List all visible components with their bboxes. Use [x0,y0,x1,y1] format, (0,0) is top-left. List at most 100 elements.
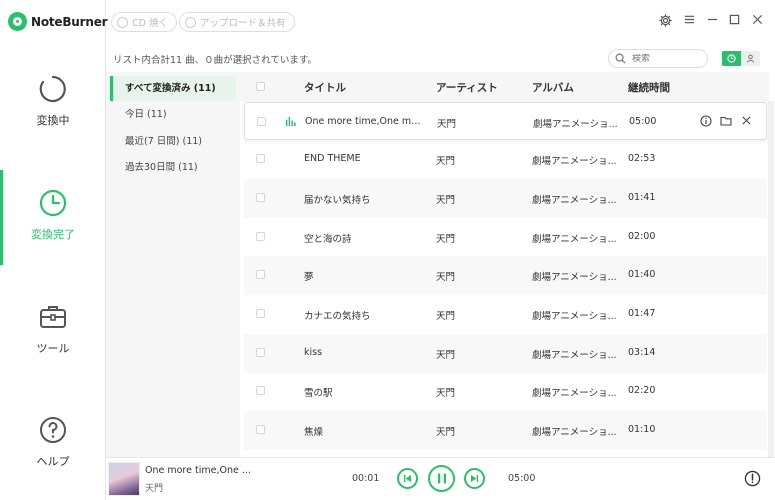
next-track-button[interactable] [464,468,485,489]
nav-label-help: ヘルプ [36,455,70,468]
track-duration: 01:41 [628,192,656,203]
table-row[interactable]: One more time,One more ... 天門 劇場アニメーショ..… [244,102,767,140]
nav-item-converted[interactable]: 変換完了 [0,170,106,265]
upload-icon [185,16,196,28]
search-input[interactable] [632,53,702,64]
table-row[interactable]: 焦燥 天門 劇場アニメーショ... 01:10 [244,411,767,450]
album-cover[interactable] [108,462,140,496]
upload-share-label: アップロード＆共有 [200,18,286,29]
skip-previous-icon [403,474,412,483]
table-row[interactable]: カナエの気持ち 天門 劇場アニメーショ... 01:47 [244,295,767,334]
track-duration: 01:10 [628,424,656,435]
settings-gear-icon[interactable] [659,14,672,27]
converting-circle-icon [39,75,66,103]
track-artist: 天門 [437,119,457,130]
row-checkbox[interactable] [256,154,265,163]
nav-item-converting[interactable]: 変換中 [0,74,106,128]
track-artist: 天門 [436,427,456,438]
pause-icon [437,473,446,484]
track-duration: 01:40 [628,269,656,280]
pause-button[interactable] [428,465,455,492]
table-row[interactable]: 雪の駅 天門 劇場アニメーショ... 02:20 [244,372,767,411]
filter-all-converted[interactable]: すべて変換済み (11) [110,76,236,101]
elapsed-time: 00:01 [352,473,380,484]
nav-item-help[interactable]: ヘルプ [0,415,106,469]
app-logo: NoteBurner [8,12,108,31]
track-duration: 02:00 [628,231,656,242]
track-title: 雪の駅 [304,388,333,399]
track-album: 劇場アニメーショ... [532,156,617,167]
track-album: 劇場アニメーショ... [532,195,617,206]
close-window-icon[interactable] [752,14,763,25]
help-icon [40,417,66,443]
track-title: One more time,One more ... [305,116,425,127]
info-icon[interactable] [700,115,712,127]
view-toggle [722,51,760,66]
menu-icon[interactable] [684,14,695,25]
row-checkbox[interactable] [256,425,265,434]
row-checkbox[interactable] [256,386,265,395]
table-row[interactable]: kiss 天門 劇場アニメーショ... 03:14 [244,334,767,373]
view-history-toggle[interactable] [722,51,741,66]
filter-last-7-days[interactable]: 最近(7 日間) (11) [110,129,236,154]
nav-label-tools: ツール [36,342,70,355]
track-duration: 02:20 [628,385,656,396]
now-playing-bars-icon [285,116,296,127]
table-row[interactable]: 空と海の詩 天門 劇場アニメーショ... 02:00 [244,218,767,257]
track-artist: 天門 [436,272,456,283]
track-album: 劇場アニメーショ... [532,427,617,438]
row-checkbox[interactable] [256,348,265,357]
track-title: 焦燥 [304,427,324,438]
previous-track-button[interactable] [397,468,418,489]
folder-icon[interactable] [720,115,732,127]
track-album: 劇場アニメーショ... [532,388,617,399]
remove-track-icon[interactable] [741,115,752,126]
filter-last-30-days[interactable]: 過去30日間 (11) [110,155,236,180]
table-row[interactable]: END THEME 天門 劇場アニメーショ... 02:53 [244,140,767,179]
noteburner-logo-icon [8,12,27,31]
upload-share-button[interactable]: アップロード＆共有 [179,12,295,32]
track-title: 夢 [304,272,314,283]
select-all-checkbox[interactable] [256,82,265,91]
filter-panel: すべて変換済み (11) 今日 (11) 最近(7 日間) (11) 過去30日… [106,72,240,457]
nav-label-converted: 変換完了 [31,228,75,241]
row-checkbox[interactable] [256,309,265,318]
minimize-icon[interactable] [707,14,718,25]
track-title: 届かない気持ち [304,195,371,206]
track-artist: 天門 [436,388,456,399]
track-album: 劇場アニメーショ... [532,311,617,322]
column-artist[interactable]: アーティスト [436,80,498,95]
sidebar: NoteBurner 変換中 変換完了 ツール ヘルプ [0,0,108,500]
player-info-icon[interactable] [744,470,761,487]
row-checkbox[interactable] [256,193,265,202]
track-artist: 天門 [436,350,456,361]
column-duration[interactable]: 継続時間 [628,80,670,95]
list-scrollbar[interactable] [768,101,774,457]
track-duration: 02:53 [628,153,656,164]
row-checkbox[interactable] [256,270,265,279]
row-checkbox[interactable] [257,117,266,126]
burn-cd-button[interactable]: CD 焼く [111,12,177,32]
view-user-toggle[interactable] [741,51,760,66]
track-artist: 天門 [436,156,456,167]
top-toolbar: CD 焼く アップロード＆共有 [106,0,775,44]
track-title: END THEME [304,153,361,164]
track-artist: 天門 [436,311,456,322]
nav-label-converting: 変換中 [36,114,70,127]
track-duration: 01:47 [628,308,656,319]
cd-icon [117,16,128,28]
table-row[interactable]: 届かない気持ち 天門 劇場アニメーショ... 01:41 [244,179,767,218]
total-time: 05:00 [508,473,536,484]
column-album[interactable]: アルバム [532,80,574,95]
nav-item-tools[interactable]: ツール [0,302,106,356]
maximize-icon[interactable] [729,14,740,25]
filter-today[interactable]: 今日 (11) [110,102,236,127]
column-title[interactable]: タイトル [304,80,346,95]
app-name: NoteBurner [31,14,108,29]
table-row[interactable]: 夢 天門 劇場アニメーショ... 01:40 [244,256,767,295]
now-playing-artist: 天門 [145,484,164,494]
track-title: カナエの気持ち [304,311,371,322]
row-checkbox[interactable] [256,232,265,241]
track-album: 劇場アニメーショ... [533,119,618,130]
search-box[interactable] [608,49,708,68]
